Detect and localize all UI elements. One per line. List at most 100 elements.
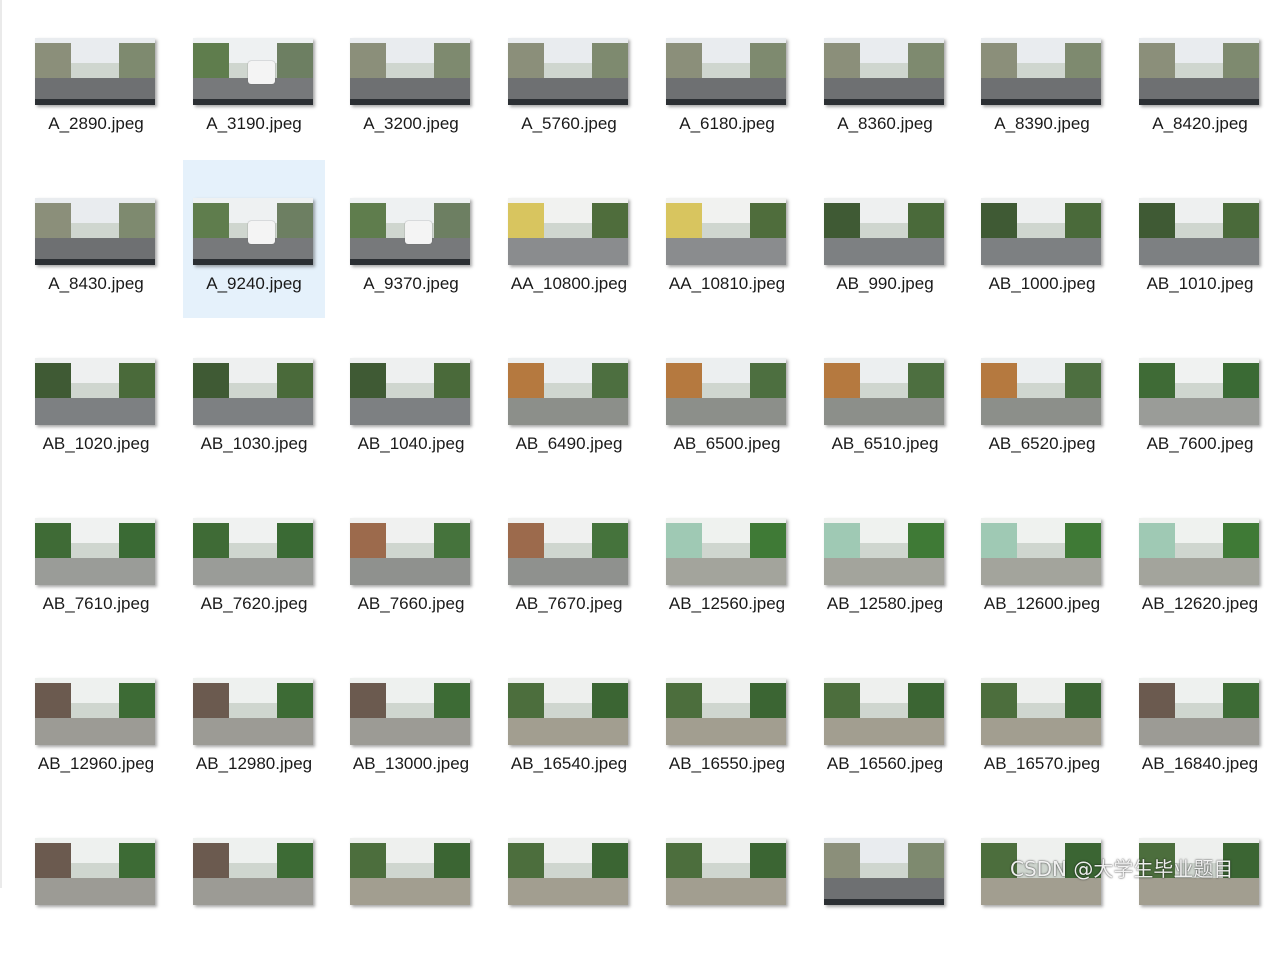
file-item[interactable]: AB_12600.jpeg: [971, 480, 1113, 638]
file-thumbnail-image[interactable]: [824, 518, 944, 585]
file-name-label: A_3190.jpeg: [206, 114, 302, 133]
file-item[interactable]: AB_7600.jpeg: [1129, 320, 1271, 478]
file-item[interactable]: AB_16840.jpeg: [1129, 640, 1271, 798]
file-item[interactable]: AA_10810.jpeg: [656, 160, 798, 318]
file-item[interactable]: [183, 800, 325, 958]
file-name-label: AB_7600.jpeg: [1146, 434, 1254, 453]
file-thumbnail-image[interactable]: [1139, 518, 1259, 585]
file-thumbnail-image[interactable]: [1139, 358, 1259, 425]
file-thumbnail-image[interactable]: [193, 678, 313, 745]
file-item[interactable]: AB_7670.jpeg: [498, 480, 640, 638]
file-thumbnail-image[interactable]: [981, 198, 1101, 265]
file-item[interactable]: AB_16560.jpeg: [814, 640, 956, 798]
file-item[interactable]: A_3200.jpeg: [340, 0, 482, 158]
file-item[interactable]: A_9370.jpeg: [340, 160, 482, 318]
file-thumbnail-image[interactable]: [508, 838, 628, 905]
file-item[interactable]: [656, 800, 798, 958]
file-item[interactable]: AB_12620.jpeg: [1129, 480, 1271, 638]
file-item[interactable]: A_6180.jpeg: [656, 0, 798, 158]
file-name-label: AB_7660.jpeg: [357, 594, 465, 613]
file-thumbnail-image[interactable]: [350, 518, 470, 585]
file-item[interactable]: AB_990.jpeg: [814, 160, 956, 318]
file-thumbnail-image[interactable]: [35, 838, 155, 905]
file-item[interactable]: AB_12560.jpeg: [656, 480, 798, 638]
file-name-label: AB_990.jpeg: [836, 274, 934, 293]
file-thumbnail-image[interactable]: [666, 838, 786, 905]
file-item[interactable]: A_8420.jpeg: [1129, 0, 1271, 158]
file-thumbnail-image[interactable]: [666, 518, 786, 585]
file-thumbnail-image[interactable]: [981, 358, 1101, 425]
file-thumbnail-image[interactable]: [508, 518, 628, 585]
file-item[interactable]: AB_6500.jpeg: [656, 320, 798, 478]
file-thumbnail-image[interactable]: [824, 678, 944, 745]
file-item[interactable]: AB_13000.jpeg: [340, 640, 482, 798]
file-item[interactable]: AB_12960.jpeg: [25, 640, 167, 798]
file-item[interactable]: AB_1000.jpeg: [971, 160, 1113, 318]
file-name-label: AB_12560.jpeg: [668, 594, 786, 613]
file-thumbnail-image[interactable]: [193, 198, 313, 265]
file-thumbnail-image[interactable]: [35, 518, 155, 585]
file-thumbnail-image[interactable]: [981, 518, 1101, 585]
file-thumbnail-image[interactable]: [666, 678, 786, 745]
file-item[interactable]: AB_16550.jpeg: [656, 640, 798, 798]
file-thumbnail-image[interactable]: [824, 358, 944, 425]
file-item[interactable]: A_3190.jpeg: [183, 0, 325, 158]
file-item[interactable]: AB_12580.jpeg: [814, 480, 956, 638]
file-thumbnail-image[interactable]: [981, 678, 1101, 745]
file-item[interactable]: A_9240.jpeg: [183, 160, 325, 318]
file-item[interactable]: AB_16540.jpeg: [498, 640, 640, 798]
file-thumbnail-image[interactable]: [1139, 198, 1259, 265]
file-item[interactable]: [498, 800, 640, 958]
file-thumbnail-image[interactable]: [1139, 678, 1259, 745]
file-name-label: A_5760.jpeg: [521, 114, 617, 133]
file-item[interactable]: AB_16570.jpeg: [971, 640, 1113, 798]
file-item[interactable]: [814, 800, 956, 958]
file-thumbnail-image[interactable]: [35, 198, 155, 265]
file-thumbnail-image[interactable]: [35, 38, 155, 105]
file-thumbnail-image[interactable]: [193, 518, 313, 585]
file-thumbnail-image[interactable]: [1139, 38, 1259, 105]
file-thumbnail-image[interactable]: [824, 838, 944, 905]
file-item[interactable]: AB_7660.jpeg: [340, 480, 482, 638]
file-thumbnail-image[interactable]: [350, 358, 470, 425]
file-thumbnail-image[interactable]: [508, 358, 628, 425]
file-thumbnail-image[interactable]: [666, 38, 786, 105]
file-item[interactable]: AB_6510.jpeg: [814, 320, 956, 478]
file-item[interactable]: A_8430.jpeg: [25, 160, 167, 318]
file-thumbnail-image[interactable]: [350, 38, 470, 105]
file-item[interactable]: AB_1020.jpeg: [25, 320, 167, 478]
file-thumbnail-image[interactable]: [35, 678, 155, 745]
file-thumbnail-image[interactable]: [981, 38, 1101, 105]
file-item[interactable]: A_8360.jpeg: [814, 0, 956, 158]
file-item[interactable]: AB_7610.jpeg: [25, 480, 167, 638]
file-thumbnail-image[interactable]: [666, 358, 786, 425]
file-thumbnail-image[interactable]: [350, 678, 470, 745]
file-item[interactable]: AB_6520.jpeg: [971, 320, 1113, 478]
file-item[interactable]: AA_10800.jpeg: [498, 160, 640, 318]
file-item[interactable]: AB_7620.jpeg: [183, 480, 325, 638]
file-item[interactable]: AB_12980.jpeg: [183, 640, 325, 798]
file-thumbnail-image[interactable]: [193, 358, 313, 425]
file-thumbnail-image[interactable]: [824, 198, 944, 265]
file-item[interactable]: A_5760.jpeg: [498, 0, 640, 158]
file-thumbnail-image[interactable]: [35, 358, 155, 425]
file-thumbnail-image[interactable]: [350, 198, 470, 265]
file-item[interactable]: A_8390.jpeg: [971, 0, 1113, 158]
file-name-label: AA_10800.jpeg: [510, 274, 628, 293]
file-thumbnail-image[interactable]: [666, 198, 786, 265]
file-name-label: A_8390.jpeg: [994, 114, 1090, 133]
file-item[interactable]: A_2890.jpeg: [25, 0, 167, 158]
file-item[interactable]: AB_6490.jpeg: [498, 320, 640, 478]
file-thumbnail-image[interactable]: [824, 38, 944, 105]
file-thumbnail-image[interactable]: [193, 38, 313, 105]
file-thumbnail-image[interactable]: [350, 838, 470, 905]
file-item[interactable]: AB_1010.jpeg: [1129, 160, 1271, 318]
file-item[interactable]: [25, 800, 167, 958]
file-item[interactable]: [340, 800, 482, 958]
file-thumbnail-image[interactable]: [508, 38, 628, 105]
file-thumbnail-image[interactable]: [508, 198, 628, 265]
file-item[interactable]: AB_1040.jpeg: [340, 320, 482, 478]
file-thumbnail-image[interactable]: [193, 838, 313, 905]
file-item[interactable]: AB_1030.jpeg: [183, 320, 325, 478]
file-thumbnail-image[interactable]: [508, 678, 628, 745]
